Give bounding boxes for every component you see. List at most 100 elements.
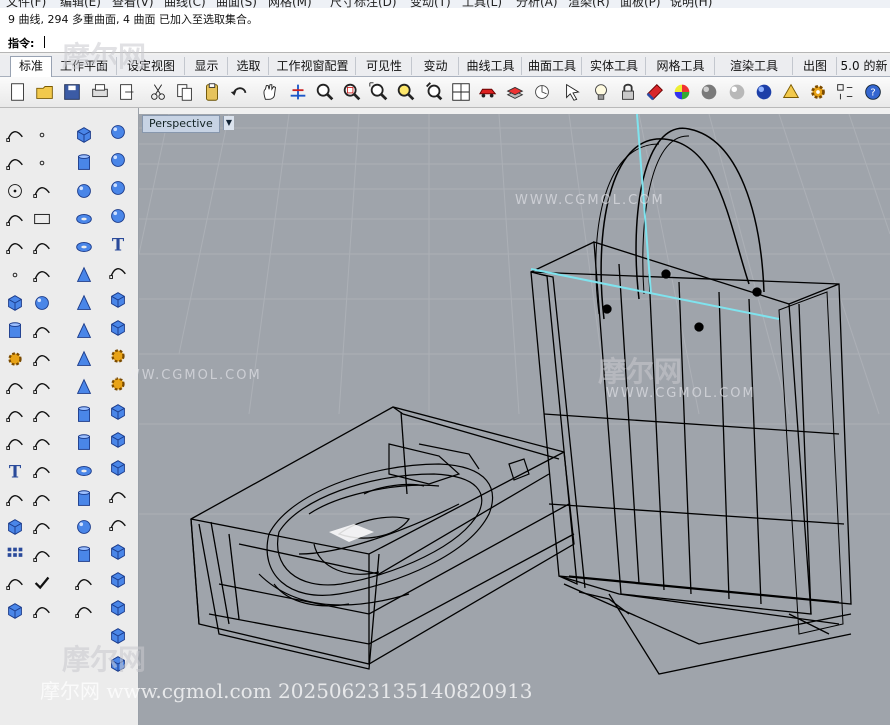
light-bulb-icon[interactable] (589, 80, 613, 104)
cone-icon[interactable] (72, 291, 96, 315)
array-icon[interactable] (3, 543, 27, 567)
arc-icon[interactable] (3, 207, 27, 231)
material-icon[interactable] (643, 80, 667, 104)
cylinder-mesh-icon[interactable] (3, 319, 27, 343)
distance-icon[interactable] (30, 515, 54, 539)
torus-solid-icon[interactable] (72, 459, 96, 483)
render-sphere-gray-icon[interactable] (697, 80, 721, 104)
sphere-cluster-icon[interactable] (106, 120, 130, 144)
tab-9[interactable]: 曲面工具 (523, 57, 582, 75)
box-solid-icon[interactable] (3, 291, 27, 315)
cube-shade-icon[interactable] (106, 428, 130, 452)
four-viewports-icon[interactable] (449, 80, 473, 104)
cube-move-icon[interactable] (3, 599, 27, 623)
explode-icon[interactable] (3, 347, 27, 371)
cube-fillet-icon[interactable] (106, 540, 130, 564)
pipe-icon[interactable] (72, 431, 96, 455)
render-sphere-white-icon[interactable] (725, 80, 749, 104)
check-icon[interactable] (30, 571, 54, 595)
pill-icon[interactable] (72, 487, 96, 511)
undo-icon[interactable] (227, 80, 251, 104)
tab-6[interactable]: 可见性 (357, 57, 412, 75)
render-sphere-blue-icon[interactable] (752, 80, 776, 104)
box-edit-icon[interactable] (3, 515, 27, 539)
block-edit-icon[interactable] (106, 260, 130, 284)
torus-icon[interactable] (72, 235, 96, 259)
gear-split-icon[interactable] (106, 372, 130, 396)
options-icon[interactable] (833, 80, 857, 104)
fillet-curves-icon[interactable] (30, 235, 54, 259)
extract-icon[interactable] (106, 512, 130, 536)
surface-corner-points-icon[interactable] (3, 263, 27, 287)
layers-icon[interactable] (503, 80, 527, 104)
cube-wire-icon[interactable] (106, 624, 130, 648)
import-icon[interactable] (115, 80, 139, 104)
print-icon[interactable] (88, 80, 112, 104)
tab-7[interactable]: 变动 (413, 57, 459, 75)
cube-chamfer-icon[interactable] (106, 568, 130, 592)
tab-1[interactable]: 工作平面 (52, 57, 117, 75)
sphere-intersect-icon[interactable] (106, 176, 130, 200)
zoom-window-icon[interactable] (340, 80, 364, 104)
cylinder-icon[interactable] (72, 151, 96, 175)
car-icon[interactable] (476, 80, 500, 104)
perspective-viewport[interactable] (139, 114, 890, 725)
zoom-icon[interactable] (313, 80, 337, 104)
select-icon[interactable] (561, 80, 585, 104)
mesh-icon[interactable] (779, 80, 803, 104)
cube-cap-icon[interactable] (106, 456, 130, 480)
tab-13[interactable]: 出图 (794, 57, 837, 75)
paraboloid-icon[interactable] (72, 263, 96, 287)
surface-split-icon[interactable] (106, 484, 130, 508)
select-arrow-icon[interactable] (3, 123, 27, 147)
twist-icon[interactable] (72, 599, 96, 623)
tube-icon[interactable] (72, 403, 96, 427)
cut-icon[interactable] (146, 80, 170, 104)
scale-icon[interactable] (30, 459, 54, 483)
extrude-surface-icon[interactable] (30, 263, 54, 287)
dimension-icon[interactable] (30, 487, 54, 511)
help-icon[interactable]: ? (861, 80, 885, 104)
cube-shell-icon[interactable] (106, 596, 130, 620)
save-icon[interactable] (60, 80, 84, 104)
curve-fillet-icon[interactable] (3, 431, 27, 455)
truncated-cone-icon[interactable] (72, 319, 96, 343)
boolean-union-icon[interactable] (3, 403, 27, 427)
rectangle-icon[interactable] (30, 207, 54, 231)
box-icon[interactable] (72, 123, 96, 147)
properties-panel-icon[interactable] (30, 543, 54, 567)
zoom-selected-icon[interactable] (394, 80, 418, 104)
cube-arrow-icon[interactable] (106, 652, 130, 676)
boolean-split-icon[interactable] (30, 403, 54, 427)
sphere-group-icon[interactable] (106, 204, 130, 228)
zoom-extents-icon[interactable] (367, 80, 391, 104)
ellipse-icon[interactable] (30, 179, 54, 203)
polygon-icon[interactable] (3, 235, 27, 259)
polyline-icon[interactable] (3, 151, 27, 175)
sphere-split-icon[interactable] (106, 148, 130, 172)
circle-icon[interactable] (3, 179, 27, 203)
tab-12[interactable]: 渲染工具 (716, 57, 793, 75)
curve-control-points-icon[interactable] (30, 151, 54, 175)
paint-icon[interactable] (30, 599, 54, 623)
quarter-sphere-icon[interactable] (72, 515, 96, 539)
tab-14[interactable]: 5.0 的新 (838, 57, 890, 75)
blend-curve-icon[interactable] (30, 431, 54, 455)
cube-solid-icon[interactable] (106, 400, 130, 424)
pyramid-icon[interactable] (72, 347, 96, 371)
align-icon[interactable] (30, 375, 54, 399)
group-icon[interactable] (3, 487, 27, 511)
cube-cut-icon[interactable] (106, 288, 130, 312)
tab-4[interactable]: 选取 (229, 57, 269, 75)
mesh-plane-icon[interactable] (30, 319, 54, 343)
tab-0[interactable]: 标准 (10, 56, 52, 77)
ellipsoid-icon[interactable] (72, 207, 96, 231)
text-object-icon[interactable]: T (3, 459, 27, 483)
open-folder-icon[interactable] (33, 80, 57, 104)
move-gumball-icon[interactable] (3, 375, 27, 399)
extrude-solid-icon[interactable] (3, 571, 27, 595)
tab-8[interactable]: 曲线工具 (460, 57, 522, 75)
tab-10[interactable]: 实体工具 (583, 57, 646, 75)
copy-icon[interactable] (173, 80, 197, 104)
gear-cluster-icon[interactable] (106, 344, 130, 368)
